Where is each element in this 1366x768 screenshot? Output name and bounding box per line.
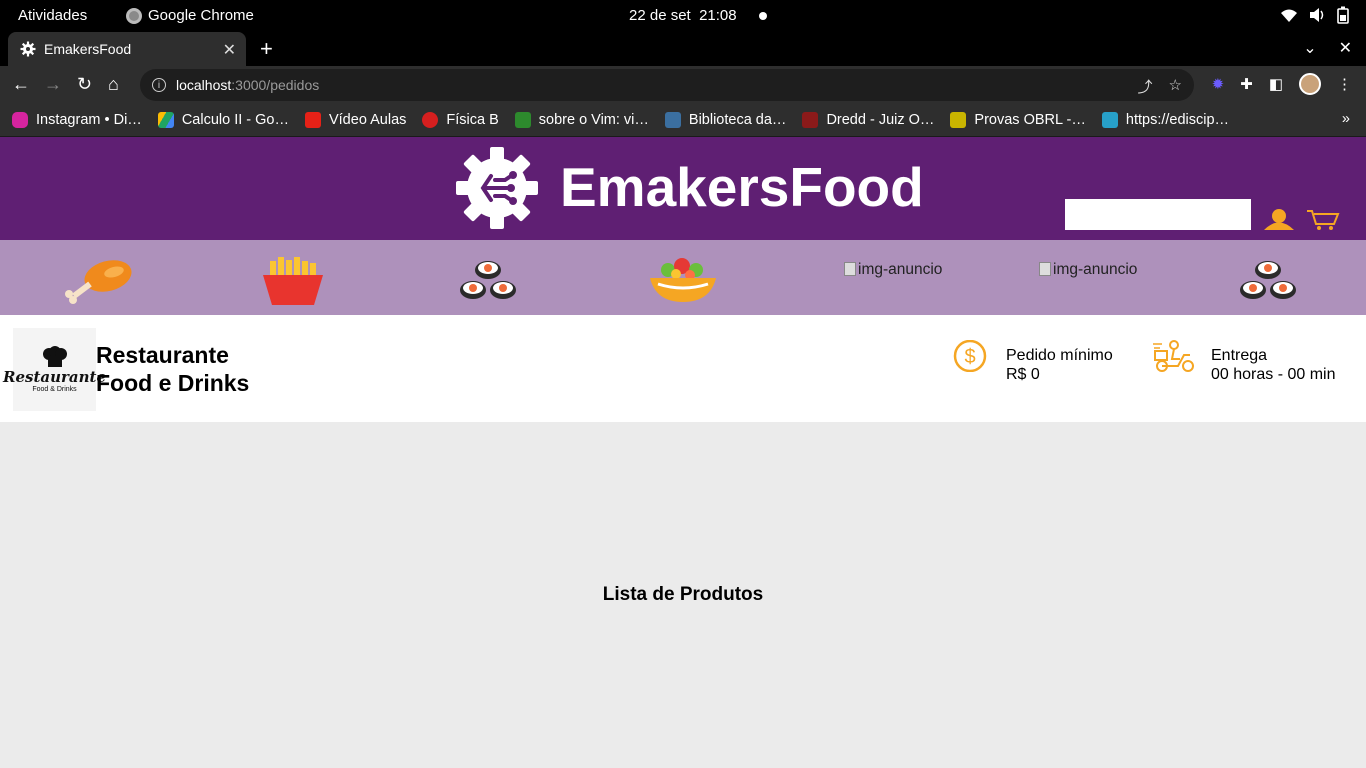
search-input[interactable] [1065,199,1251,230]
sushi-icon[interactable] [458,258,518,304]
robot-icon [950,111,967,128]
system-tray[interactable] [1280,6,1350,24]
bookmark-item[interactable]: sobre o Vim: vi… [514,111,649,128]
system-top-bar: Atividades Google Chrome 22 de set 21:08 [0,0,1366,32]
logo-gear-icon[interactable] [455,146,539,230]
movie-icon [802,111,819,128]
close-tab-icon[interactable]: ✕ [223,40,236,60]
apple-icon [422,111,439,128]
site-header: EmakersFood [0,137,1366,240]
tab-emakersfood[interactable]: EmakersFood ✕ [8,32,246,66]
bookmark-item[interactable]: Dredd - Juiz O… [802,111,934,128]
bookmark-item[interactable]: https://ediscip… [1101,111,1229,128]
ad-image-broken[interactable]: img-anuncio [844,260,942,279]
tab-search-chevron-icon[interactable]: ⌄ [1303,38,1316,58]
library-icon [664,111,681,128]
browser-toolbar: ← → ↻ ⌂ i localhost:3000/pedidos ⤴ ☆ ✹ ✚… [0,66,1366,103]
vim-icon [514,111,531,128]
youtube-icon [304,111,321,128]
app-menu[interactable]: Google Chrome [126,7,254,24]
tab-title: EmakersFood [44,41,132,57]
ediscip-icon [1101,111,1118,128]
activities-button[interactable]: Atividades [18,7,87,24]
logo-text: Restaurante [3,368,107,386]
chrome-icon [126,7,142,24]
clock[interactable]: 22 de set 21:08 [629,7,737,24]
product-list-title: Lista de Produtos [602,584,764,605]
ad-image-broken[interactable]: img-anuncio [1039,260,1137,279]
broken-image-icon [844,262,856,276]
bookmark-item[interactable]: Física B [422,111,499,128]
fries-icon[interactable] [262,257,324,305]
chef-hat-icon [42,346,67,367]
user-icon[interactable] [1262,209,1296,231]
new-tab-button[interactable]: + [260,36,273,62]
extensions-puzzle-icon[interactable]: ✚ [1240,75,1253,93]
restaurant-name: Restaurante Food e Drinks [96,342,250,396]
wifi-icon [1281,9,1297,22]
profile-avatar[interactable] [1299,73,1321,95]
cart-icon[interactable] [1306,209,1340,231]
extension-gear-icon[interactable]: ✹ [1212,75,1225,93]
bookmark-item[interactable]: Calculo II - Go… [157,111,289,128]
gear-favicon-icon [20,41,36,57]
chicken-leg-icon[interactable] [62,258,134,304]
url-path: :3000/pedidos [231,77,320,93]
site-info-icon[interactable]: i [152,78,166,92]
battery-icon [1337,6,1349,24]
app-name: Google Chrome [148,7,254,24]
reload-icon[interactable]: ↻ [77,74,92,95]
volume-icon [1310,8,1324,22]
restaurant-info: Restaurante Food & Drinks Restaurante Fo… [0,315,1366,422]
bookmarks-bar: Instagram • Di… Calculo II - Go… Vídeo A… [0,103,1366,137]
bookmark-item[interactable]: Biblioteca da… [664,111,786,128]
broken-image-icon [1039,262,1051,276]
home-icon[interactable]: ⌂ [108,74,119,95]
bookmark-star-icon[interactable]: ☆ [1169,76,1182,97]
google-drive-icon [157,111,174,128]
forward-arrow-icon[interactable]: → [44,74,62,95]
delivery-scooter-icon [1153,340,1194,372]
back-arrow-icon[interactable]: ← [12,74,30,95]
notification-dot [759,12,767,20]
menu-kebab-icon[interactable]: ⋮ [1337,75,1352,93]
tab-strip: EmakersFood ✕ + ⌄ ✕ [0,32,1366,66]
logo-subtext: Food & Drinks [32,386,77,393]
address-bar[interactable]: i localhost:3000/pedidos ⤴ ☆ [140,69,1194,101]
product-list-area: Lista de Produtos [0,422,1366,768]
delivery-time: Entrega 00 horas - 00 min [1211,347,1336,383]
bookmark-item[interactable]: Provas OBRL -… [950,111,1086,128]
brand-name[interactable]: EmakersFood [560,155,924,219]
bookmark-item[interactable]: Instagram • Di… [12,111,142,128]
sushi-icon[interactable] [1238,258,1298,304]
window-close-icon[interactable]: ✕ [1339,38,1352,58]
instagram-icon [12,111,28,128]
svg-text:$: $ [964,346,975,368]
restaurant-logo: Restaurante Food & Drinks [3,328,106,411]
salad-bowl-icon[interactable] [648,256,718,304]
bookmark-item[interactable]: Vídeo Aulas [304,111,406,128]
min-order: Pedido mínimo R$ 0 [1006,347,1113,383]
share-icon[interactable]: ⤴ [1138,76,1153,97]
dollar-coin-icon: $ [953,340,987,372]
category-bar: img-anuncio img-anuncio [0,240,1366,315]
more-bookmarks-icon[interactable]: » [1342,111,1350,127]
side-panel-icon[interactable]: ◧ [1269,75,1283,93]
url-host: localhost [176,77,232,93]
